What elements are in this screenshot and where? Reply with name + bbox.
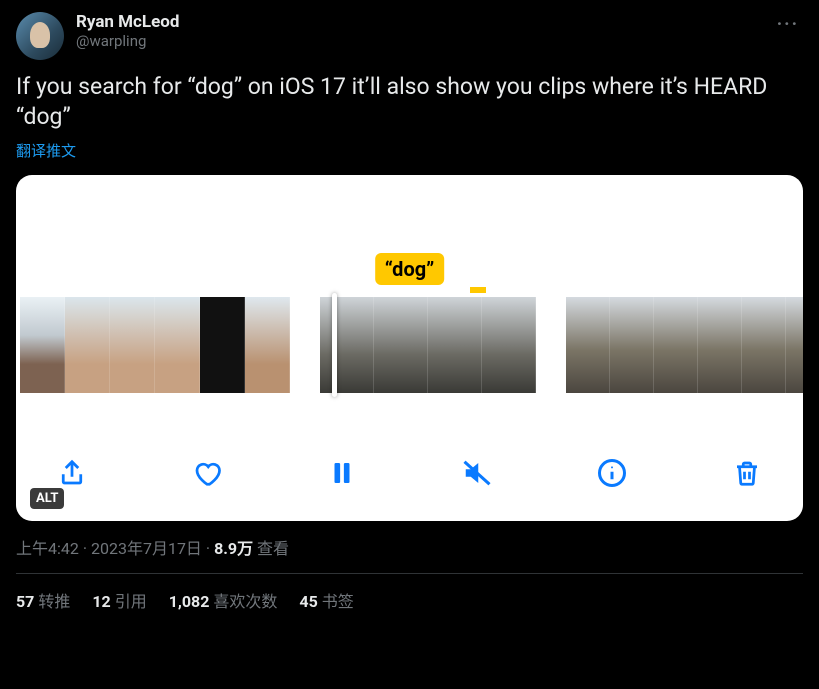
- tweet-time[interactable]: 上午4:42: [16, 539, 79, 558]
- search-term-badge: “dog”: [375, 253, 445, 285]
- quotes-count: 12: [92, 592, 110, 611]
- clip-thumbnail[interactable]: [200, 297, 245, 393]
- clip-thumbnail[interactable]: [155, 297, 200, 393]
- heart-icon[interactable]: [189, 455, 225, 491]
- views-label: 查看: [253, 539, 289, 558]
- clip-thumbnail[interactable]: [65, 297, 110, 393]
- clip-thumbnail[interactable]: [320, 297, 374, 393]
- clip-thumbnail[interactable]: [566, 297, 610, 393]
- meta-separator: ·: [79, 539, 91, 558]
- views-count: 8.9万: [214, 539, 253, 558]
- more-options-button[interactable]: ···: [777, 14, 799, 35]
- tweet-text: If you search for “dog” on iOS 17 it’ll …: [16, 72, 803, 132]
- retweets-count: 57: [16, 592, 34, 611]
- clip-thumbnail[interactable]: [654, 297, 698, 393]
- search-term-marker: [470, 287, 486, 293]
- clip-thumbnail[interactable]: [428, 297, 482, 393]
- user-handle[interactable]: @warpling: [76, 32, 179, 50]
- quotes-stat[interactable]: 12 引用: [92, 588, 146, 612]
- clip-thumbnail[interactable]: [482, 297, 536, 393]
- pause-icon[interactable]: [324, 455, 360, 491]
- clip-thumbnail[interactable]: [786, 297, 803, 393]
- clip-group[interactable]: [20, 297, 290, 393]
- tweet-header: Ryan McLeod @warpling: [16, 12, 803, 60]
- media-attachment[interactable]: “dog”: [16, 175, 803, 521]
- likes-count: 1,082: [169, 592, 210, 611]
- quotes-label: 引用: [115, 592, 147, 611]
- bookmarks-stat[interactable]: 45 书签: [299, 588, 353, 612]
- user-info: Ryan McLeod @warpling: [76, 12, 179, 50]
- retweets-label: 转推: [38, 592, 70, 611]
- mute-icon[interactable]: [459, 455, 495, 491]
- likes-label: 喜欢次数: [213, 592, 277, 611]
- clip-thumbnail[interactable]: [610, 297, 654, 393]
- tweet-container: ··· Ryan McLeod @warpling If you search …: [0, 0, 819, 624]
- tweet-stats: 57转推 12 引用 1,082喜欢次数 45 书签: [16, 588, 803, 612]
- tweet-meta: 上午4:42 · 2023年7月17日 · 8.9万 查看: [16, 535, 803, 559]
- alt-badge[interactable]: ALT: [30, 488, 64, 509]
- display-name[interactable]: Ryan McLeod: [76, 12, 179, 32]
- clip-group[interactable]: [566, 297, 803, 393]
- clip-thumbnail[interactable]: [245, 297, 290, 393]
- divider: [16, 573, 803, 574]
- trash-icon[interactable]: [729, 455, 765, 491]
- video-timeline[interactable]: [16, 297, 803, 393]
- bookmarks-label: 书签: [322, 592, 354, 611]
- avatar[interactable]: [16, 12, 64, 60]
- playhead[interactable]: [332, 293, 337, 397]
- clip-thumbnail[interactable]: [20, 297, 65, 393]
- bookmarks-count: 45: [299, 592, 317, 611]
- info-icon[interactable]: [594, 455, 630, 491]
- clip-thumbnail[interactable]: [374, 297, 428, 393]
- clip-group[interactable]: [320, 297, 536, 393]
- likes-stat[interactable]: 1,082喜欢次数: [169, 588, 278, 612]
- clip-thumbnail[interactable]: [110, 297, 155, 393]
- share-icon[interactable]: [54, 455, 90, 491]
- clip-thumbnail[interactable]: [742, 297, 786, 393]
- clip-thumbnail[interactable]: [698, 297, 742, 393]
- retweets-stat[interactable]: 57转推: [16, 588, 70, 612]
- tweet-date[interactable]: 2023年7月17日: [91, 539, 202, 558]
- media-toolbar: [16, 455, 803, 491]
- meta-separator: ·: [202, 539, 214, 558]
- translate-link[interactable]: 翻译推文: [16, 140, 76, 161]
